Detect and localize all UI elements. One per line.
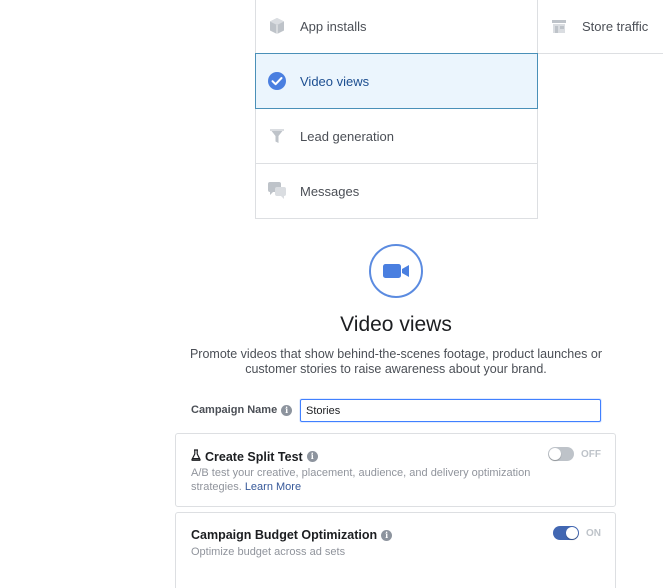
campaign-name-input[interactable]: [300, 399, 601, 422]
objective-list-secondary: Store traffic: [538, 0, 663, 54]
budget-optimization-toggle[interactable]: ON: [553, 526, 601, 540]
budget-optimization-description: Optimize budget across ad sets: [191, 546, 346, 558]
campaign-name-label: Campaign Name i: [191, 404, 293, 416]
learn-more-link[interactable]: Learn More: [245, 481, 301, 493]
objective-app-installs[interactable]: App installs: [255, 0, 538, 54]
objective-list: App installs Video views Lead generation…: [255, 0, 538, 219]
split-test-title-text: Create Split Test: [205, 449, 303, 464]
objective-title: Video views: [340, 313, 452, 336]
toggle-state-label: OFF: [581, 448, 601, 460]
objective-label: Messages: [300, 183, 360, 199]
video-camera-icon: [369, 244, 423, 298]
budget-optimization-title-text: Campaign Budget Optimization: [191, 528, 378, 542]
checkmark-circle-icon: [266, 70, 288, 92]
objective-description: Promote videos that show behind-the-scen…: [189, 347, 603, 376]
info-icon[interactable]: i: [281, 404, 293, 416]
funnel-icon: [266, 125, 288, 147]
flask-icon: [191, 449, 201, 464]
objective-messages[interactable]: Messages: [255, 164, 538, 219]
box-icon: [266, 15, 288, 37]
toggle-state-label: ON: [586, 527, 601, 539]
storefront-icon: [548, 15, 570, 37]
objective-label: Store traffic: [582, 18, 649, 34]
objective-video-views[interactable]: Video views: [255, 53, 538, 109]
objective-label: Video views: [300, 73, 370, 89]
toggle-track[interactable]: [553, 526, 579, 540]
split-test-toggle[interactable]: OFF: [548, 447, 601, 461]
info-icon[interactable]: i: [381, 529, 393, 541]
chat-bubbles-icon: [266, 180, 288, 202]
objective-label: App installs: [300, 18, 367, 34]
toggle-knob: [566, 527, 578, 539]
info-icon[interactable]: i: [306, 451, 318, 462]
split-test-card: Create Split Test i A/B test your creati…: [175, 433, 616, 507]
budget-optimization-card: Campaign Budget Optimization i Optimize …: [175, 512, 616, 588]
objective-store-traffic[interactable]: Store traffic: [538, 0, 663, 54]
objective-lead-generation[interactable]: Lead generation: [255, 109, 538, 164]
toggle-knob: [549, 448, 561, 460]
toggle-track[interactable]: [548, 447, 574, 461]
budget-optimization-title: Campaign Budget Optimization i: [191, 528, 393, 542]
objective-label: Lead generation: [300, 128, 394, 144]
split-test-description: A/B test your creative, placement, audie…: [191, 466, 551, 494]
campaign-name-label-text: Campaign Name: [191, 404, 278, 416]
split-test-description-text: A/B test your creative, placement, audie…: [191, 467, 531, 493]
split-test-title: Create Split Test i: [191, 449, 318, 464]
